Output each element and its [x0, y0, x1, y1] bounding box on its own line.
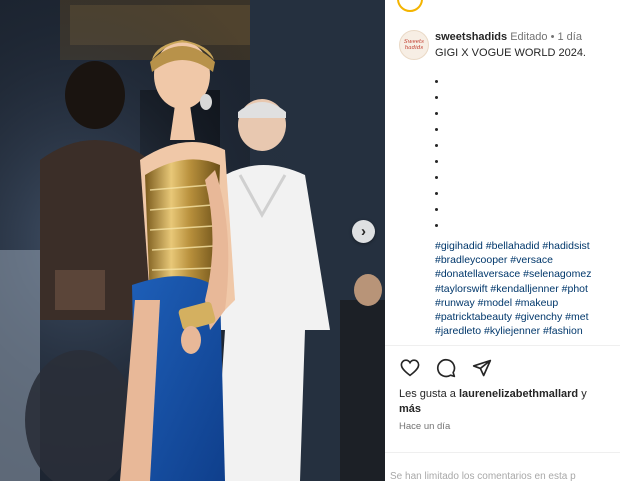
hashtag-line[interactable]: #patricktabeauty #givenchy #met [435, 310, 620, 324]
caption-dot [435, 80, 438, 83]
likes-prefix: Les gusta a [399, 388, 456, 400]
hashtag-line[interactable]: #taylorswift #kendalljenner #phot [435, 282, 620, 296]
like-button[interactable] [399, 357, 421, 379]
likes-summary: Les gusta a laurenelizabethmallard y más [399, 387, 620, 417]
share-button[interactable] [471, 357, 493, 379]
hashtag-line[interactable]: #jaredleto #kyliejenner #fashion [435, 324, 620, 338]
avatar[interactable]: Sweets hadids [399, 30, 429, 60]
caption-dot [435, 224, 438, 227]
action-bar [399, 357, 493, 379]
caption-dot [435, 112, 438, 115]
chevron-right-icon: › [361, 223, 366, 240]
caption-dot [435, 208, 438, 211]
caption-meta: sweetshadids Editado • 1 día [435, 30, 620, 44]
caption-dots [435, 80, 438, 240]
post-side-panel: Sweets hadids sweetshadids Editado • 1 d… [385, 0, 620, 481]
likes-more-link[interactable]: más [399, 403, 421, 415]
meta-separator: • [550, 31, 555, 43]
post-photo[interactable]: › [0, 0, 385, 481]
hashtag-line[interactable]: #gigihadid #bellahadid #hadidsist [435, 239, 620, 253]
comment-icon [436, 358, 456, 378]
comments-limited-notice: Se han limitado los comentarios en esta … [390, 471, 576, 481]
caption-dot [435, 128, 438, 131]
caption-dot [435, 96, 438, 99]
username-link[interactable]: sweetshadids [435, 31, 507, 43]
likes-connector: y [581, 388, 587, 400]
hashtag-line[interactable]: #donatellaversace #selenagomez [435, 267, 620, 281]
post-timestamp[interactable]: Hace un día [399, 421, 450, 432]
runway-photo [0, 0, 385, 481]
edited-label: Editado [510, 31, 548, 43]
post-caption-header: Sweets hadids sweetshadids Editado • 1 d… [399, 30, 620, 62]
hashtag-list: #gigihadid #bellahadid #hadidsist #bradl… [435, 239, 620, 338]
caption-dot [435, 144, 438, 147]
hashtag-line[interactable]: #bradleycooper #versace [435, 253, 620, 267]
next-photo-button[interactable]: › [352, 220, 375, 243]
divider [385, 452, 620, 453]
caption-title: GIGI X VOGUE WORLD 2024. [435, 47, 586, 59]
caption-dot [435, 176, 438, 179]
hashtag-line[interactable]: #runway #model #makeup [435, 296, 620, 310]
comment-button[interactable] [435, 357, 457, 379]
caption-dot [435, 192, 438, 195]
liker-username[interactable]: laurenelizabethmallard [459, 388, 578, 400]
story-avatar[interactable] [397, 0, 423, 12]
avatar-logo-text: Sweets hadids [403, 39, 425, 51]
post-time[interactable]: 1 día [558, 31, 582, 43]
caption-dot [435, 160, 438, 163]
heart-icon [400, 359, 420, 377]
divider [385, 345, 620, 346]
share-icon [472, 359, 492, 377]
